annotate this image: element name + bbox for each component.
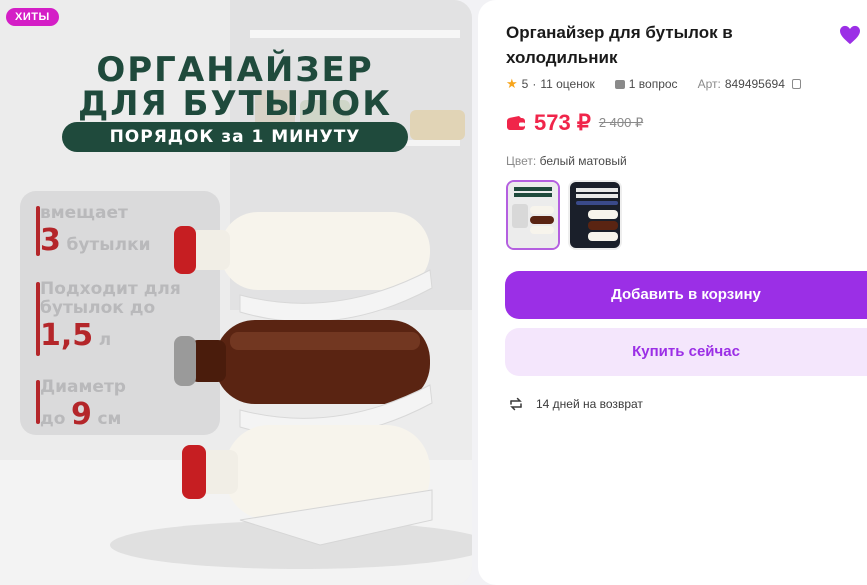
- star-icon: ★: [506, 76, 518, 91]
- hits-badge: ХИТЫ: [6, 8, 59, 26]
- stat-diameter: Диаметр до 9 см: [40, 377, 126, 433]
- reviews-count[interactable]: 11 оценок: [540, 77, 594, 91]
- stat-diameter-text: Диаметр: [40, 377, 126, 397]
- return-policy: 14 дней на возврат: [508, 396, 643, 412]
- color-label-text: Цвет:: [506, 154, 537, 168]
- stat-volume-text2: бутылок до: [40, 298, 156, 318]
- product-title: Органайзер для бутылок в холодильник: [506, 23, 733, 67]
- stat-volume-number: 1,5: [40, 318, 94, 353]
- old-price: 2 400 ₽: [598, 115, 644, 130]
- product-image[interactable]: ХИТЫ ОРГАНАЙЗЕР ДЛЯ БУТЫЛОК ПОРЯДОК за 1…: [0, 0, 472, 585]
- variant-thumbnail-dark[interactable]: [568, 180, 622, 250]
- article-label: Арт:: [697, 77, 721, 91]
- stat-volume-text1: Подходит для: [40, 279, 181, 299]
- return-arrows-icon: [510, 397, 522, 411]
- color-value: белый матовый: [539, 154, 627, 168]
- stat-diameter-unit: см: [97, 409, 122, 429]
- rating-value[interactable]: 5: [522, 77, 529, 91]
- return-policy-text[interactable]: 14 дней на возврат: [536, 397, 643, 411]
- copy-icon[interactable]: [791, 79, 801, 89]
- stat-capacity-suffix: бутылки: [66, 235, 151, 255]
- tagline-pill: ПОРЯДОК за 1 МИНУТУ: [62, 122, 408, 152]
- color-label: Цвет: белый матовый: [506, 154, 627, 168]
- add-to-cart-button[interactable]: Добавить в корзину: [505, 271, 867, 319]
- bottle-rack-illustration: [174, 212, 433, 546]
- buy-now-button[interactable]: Купить сейчас: [505, 328, 867, 376]
- product-info-card: Органайзер для бутылок в холодильник ★ 5…: [478, 0, 867, 585]
- stat-capacity-text: вмещает: [40, 203, 128, 223]
- wallet-icon: [507, 116, 525, 130]
- meta-dot: ·: [532, 77, 537, 91]
- current-price: 573 ₽: [534, 110, 591, 135]
- questions-count[interactable]: 1 вопрос: [629, 77, 678, 91]
- stat-capacity-number: 3: [40, 223, 61, 258]
- variant-thumbnails: [506, 180, 622, 250]
- product-page: ХИТЫ ОРГАНАЙЗЕР ДЛЯ БУТЫЛОК ПОРЯДОК за 1…: [0, 0, 867, 585]
- favorite-heart-icon[interactable]: [839, 25, 861, 45]
- stat-capacity: вмещает 3 бутылки: [40, 203, 151, 259]
- question-icon: [614, 79, 625, 89]
- stat-diameter-number: 9: [71, 397, 92, 432]
- thumbnail-image: [508, 182, 558, 248]
- variant-thumbnail-white[interactable]: [506, 180, 560, 250]
- article-number: 849495694: [724, 77, 785, 91]
- product-meta: ★ 5 · 11 оценок 1 вопрос Арт: 849495694: [506, 76, 801, 92]
- headline-line2: ДЛЯ БУТЫЛОК: [77, 84, 393, 124]
- price-row: 573 ₽ 2 400 ₽: [506, 110, 643, 136]
- stat-volume: Подходит для бутылок до 1,5 л: [40, 279, 181, 354]
- stat-volume-unit: л: [98, 330, 112, 350]
- stat-diameter-prefix: до: [40, 409, 66, 429]
- thumbnail-image: [570, 182, 620, 248]
